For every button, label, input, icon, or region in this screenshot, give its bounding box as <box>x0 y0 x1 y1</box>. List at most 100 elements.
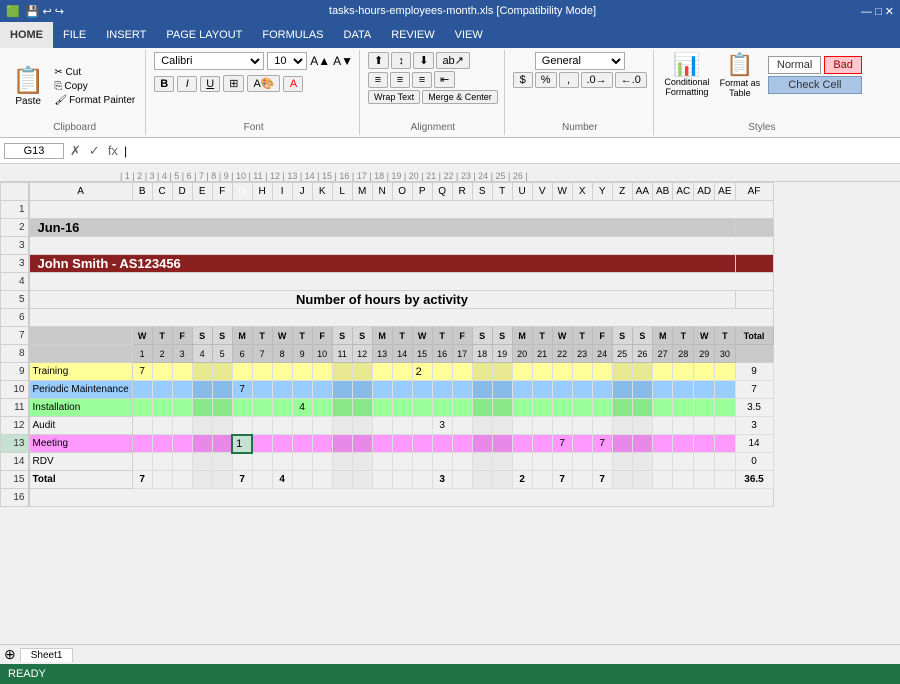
tab-view[interactable]: VIEW <box>445 22 493 48</box>
tab-data[interactable]: DATA <box>334 22 382 48</box>
installation-label[interactable]: Installation <box>29 399 133 417</box>
col-U[interactable]: U <box>512 183 532 201</box>
rdv-label[interactable]: RDV <box>29 453 133 471</box>
insert-function-icon[interactable]: fx <box>106 143 120 158</box>
periodic-total[interactable]: 7 <box>735 381 773 399</box>
col-X[interactable]: X <box>572 183 592 201</box>
style-check-cell-button[interactable]: Check Cell <box>768 76 862 94</box>
total-label[interactable]: Total <box>29 471 133 489</box>
col-AC[interactable]: AC <box>673 183 694 201</box>
align-bottom-button[interactable]: ⬇ <box>413 52 434 69</box>
col-F[interactable]: F <box>212 183 232 201</box>
col-W[interactable]: W <box>552 183 572 201</box>
audit-total[interactable]: 3 <box>735 417 773 435</box>
align-left-button[interactable]: ≡ <box>368 72 388 88</box>
indent-button[interactable]: ⇤ <box>434 71 455 88</box>
col-P[interactable]: P <box>412 183 432 201</box>
increase-decimal-button[interactable]: .0→ <box>581 72 613 88</box>
align-middle-button[interactable]: ↕ <box>391 52 411 69</box>
merge-center-button[interactable]: Merge & Center <box>422 90 498 104</box>
cut-button[interactable]: ✂ Cut <box>50 66 139 79</box>
orientation-button[interactable]: ab↗ <box>436 52 469 69</box>
col-Y[interactable]: Y <box>592 183 612 201</box>
audit-label[interactable]: Audit <box>29 417 133 435</box>
tab-home[interactable]: HOME <box>0 22 53 48</box>
fill-color-button[interactable]: A🎨 <box>247 75 280 92</box>
col-T[interactable]: T <box>492 183 512 201</box>
col-G[interactable]: G <box>232 183 252 201</box>
col-K[interactable]: K <box>312 183 332 201</box>
col-S[interactable]: S <box>472 183 492 201</box>
col-O[interactable]: O <box>392 183 412 201</box>
col-AD[interactable]: AD <box>694 183 715 201</box>
meeting-24[interactable]: 7 <box>592 435 612 453</box>
col-J[interactable]: J <box>292 183 312 201</box>
comma-button[interactable]: , <box>559 72 579 88</box>
window-buttons[interactable]: — □ ✕ <box>861 5 894 18</box>
underline-button[interactable]: U <box>200 76 220 92</box>
col-AF[interactable]: AF <box>735 183 773 201</box>
col-E[interactable]: E <box>192 183 212 201</box>
grand-total[interactable]: 36.5 <box>735 471 773 489</box>
grid-container[interactable]: A B C D E F G H I J K L M N O P Q <box>0 182 900 644</box>
decrease-font-icon[interactable]: A▼ <box>333 54 353 68</box>
jun16-cell[interactable]: Jun-16 <box>29 219 736 237</box>
training-15[interactable]: 2 <box>412 363 432 381</box>
installation-total[interactable]: 3.5 <box>735 399 773 417</box>
periodic-label[interactable]: Periodic Maintenance <box>29 381 133 399</box>
currency-button[interactable]: $ <box>513 72 533 88</box>
col-C[interactable]: C <box>152 183 172 201</box>
tab-insert[interactable]: INSERT <box>96 22 156 48</box>
wrap-text-button[interactable]: Wrap Text <box>368 90 420 104</box>
decrease-decimal-button[interactable]: ←.0 <box>615 72 647 88</box>
col-Z[interactable]: Z <box>612 183 632 201</box>
cancel-icon[interactable]: ✗ <box>68 143 83 159</box>
style-normal-button[interactable]: Normal <box>768 56 821 74</box>
meeting-22[interactable]: 7 <box>552 435 572 453</box>
font-name-select[interactable]: Calibri <box>154 52 264 70</box>
col-AB[interactable]: AB <box>653 183 673 201</box>
audit-16[interactable]: 3 <box>432 417 452 435</box>
font-color-button[interactable]: A <box>283 76 303 92</box>
col-M[interactable]: M <box>352 183 372 201</box>
format-as-table-button[interactable]: 📋 Format as Table <box>715 52 765 98</box>
col-V[interactable]: V <box>532 183 552 201</box>
col-Q[interactable]: Q <box>432 183 452 201</box>
tab-file[interactable]: FILE <box>53 22 96 48</box>
rdv-total[interactable]: 0 <box>735 453 773 471</box>
col-I[interactable]: I <box>272 183 292 201</box>
col-D[interactable]: D <box>172 183 192 201</box>
format-painter-button[interactable]: 🖌 Format Painter <box>50 94 139 107</box>
cell-reference-input[interactable] <box>4 143 64 159</box>
col-H[interactable]: H <box>252 183 272 201</box>
font-size-select[interactable]: 10 <box>267 52 307 70</box>
paste-button[interactable]: 📋 Paste <box>10 63 46 109</box>
sheet-tab-1[interactable]: Sheet1 <box>20 648 74 662</box>
col-N[interactable]: N <box>372 183 392 201</box>
meeting-label[interactable]: Meeting <box>29 435 133 453</box>
tab-review[interactable]: REVIEW <box>381 22 444 48</box>
percent-button[interactable]: % <box>535 72 557 88</box>
confirm-icon[interactable]: ✓ <box>87 143 102 159</box>
name-cell[interactable]: John Smith - AS123456 <box>29 255 736 273</box>
meeting-selected-cell[interactable]: 1 <box>232 435 252 453</box>
align-center-button[interactable]: ≡ <box>390 72 410 88</box>
italic-button[interactable]: I <box>177 76 197 92</box>
col-AE[interactable]: AE <box>715 183 735 201</box>
formula-input[interactable] <box>131 145 896 157</box>
col-AA[interactable]: AA <box>632 183 652 201</box>
col-B[interactable]: B <box>132 183 152 201</box>
tab-page-layout[interactable]: PAGE LAYOUT <box>156 22 252 48</box>
align-right-button[interactable]: ≡ <box>412 72 432 88</box>
col-R[interactable]: R <box>452 183 472 201</box>
tab-formulas[interactable]: FORMULAS <box>252 22 333 48</box>
conditional-formatting-button[interactable]: 📊 Conditional Formatting <box>662 52 712 98</box>
activity-title-cell[interactable]: Number of hours by activity <box>29 291 736 309</box>
bold-button[interactable]: B <box>154 76 174 92</box>
meeting-total[interactable]: 14 <box>735 435 773 453</box>
col-A[interactable]: A <box>29 183 133 201</box>
new-sheet-button[interactable]: ⊕ <box>4 646 16 663</box>
number-format-select[interactable]: General <box>535 52 625 70</box>
border-button[interactable]: ⊞ <box>223 75 244 92</box>
increase-font-icon[interactable]: A▲ <box>310 54 330 68</box>
